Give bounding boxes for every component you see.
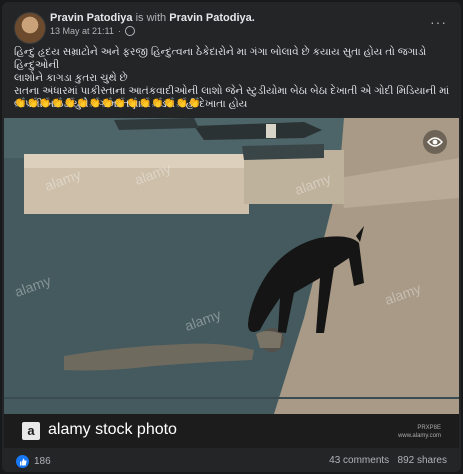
post-text-line: રાતના અંધારમાં પાકીસ્તાના આતંકવાદીઓની લા… xyxy=(14,85,450,97)
meta-separator: · xyxy=(117,26,121,36)
image-site: www.alamy.com xyxy=(398,433,441,439)
likes-count: 186 xyxy=(34,456,51,467)
more-options-button[interactable]: ··· xyxy=(430,14,447,30)
tagged-name[interactable]: Pravin Patodiya. xyxy=(169,12,255,24)
post-stats: 43 comments 892 shares xyxy=(329,455,447,466)
timestamp[interactable]: 13 May at 21:11 xyxy=(50,26,114,36)
post-photo[interactable]: alamy alamy alamy alamy alamy alamy xyxy=(4,118,459,414)
image-id-code: PRXP8E xyxy=(417,425,441,431)
view-icon[interactable] xyxy=(423,130,447,154)
with-text: is with xyxy=(135,12,167,24)
engagement-bar: 186 43 comments 892 shares xyxy=(2,448,461,472)
clap-emojis: 👏👏👏👏👏👏👏👏👏👏👏👏👏👏👏 xyxy=(14,98,201,109)
shares-count[interactable]: 892 shares xyxy=(398,455,447,466)
post-card: Pravin Patodiya is with Pravin Patodiya.… xyxy=(2,2,461,472)
post-text-line: હિન્દુ હૃદય સમ્રાટોને અને ફરજી હિન્દુત્વ… xyxy=(14,46,427,71)
photo-scene xyxy=(4,118,459,414)
post-meta: 13 May at 21:11 · xyxy=(50,26,135,36)
image-id: PRXP8E www.alamy.com xyxy=(398,424,441,440)
comments-count[interactable]: 43 comments xyxy=(329,455,389,466)
reactions[interactable]: 186 xyxy=(16,455,51,468)
author-name[interactable]: Pravin Patodiya xyxy=(50,12,133,24)
post-text-line: લાશોને કાગડા કુતરા ચુથે છે xyxy=(14,72,128,84)
like-icon xyxy=(16,455,29,468)
avatar[interactable] xyxy=(14,12,46,44)
post-header: Pravin Patodiya is with Pravin Patodiya. xyxy=(50,12,255,24)
stock-photo-label: alamy stock photo xyxy=(48,421,177,438)
stock-footer: a alamy stock photo PRXP8E www.alamy.com xyxy=(4,414,459,448)
globe-icon xyxy=(124,26,135,36)
alamy-logo-icon: a xyxy=(22,422,40,440)
